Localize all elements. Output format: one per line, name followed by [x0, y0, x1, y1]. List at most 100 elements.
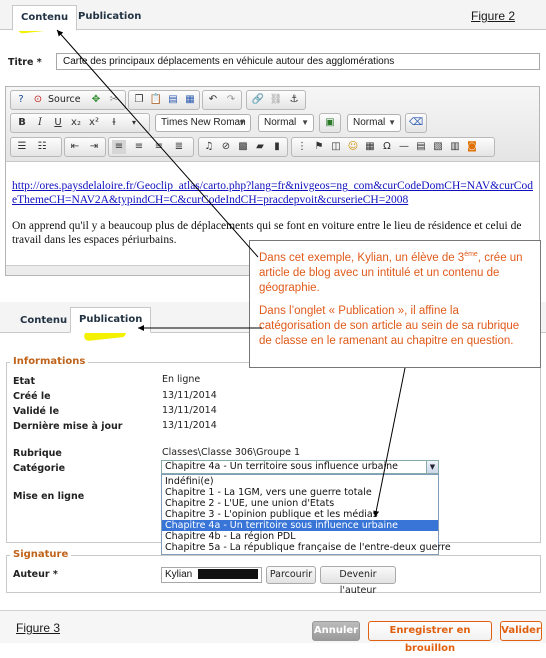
tab-contenu-bottom[interactable]: Contenu — [12, 309, 75, 335]
font-size-select[interactable]: Normal ▼ — [258, 114, 314, 132]
title-label: Titre * — [8, 57, 42, 68]
anchor-icon[interactable]: ⚓ — [287, 93, 301, 107]
source-icon[interactable]: ⊙ — [31, 93, 45, 107]
subscript-icon[interactable]: x₂ — [69, 116, 83, 130]
auteur-label: Auteur * — [13, 569, 58, 580]
undo-icon[interactable]: ↶ — [206, 93, 220, 107]
align-right-icon[interactable]: ≡ — [152, 140, 166, 154]
unlink-icon[interactable]: ⛓ — [269, 93, 283, 107]
special-char-icon[interactable]: Ω — [380, 140, 394, 154]
toolbar-group-media: ♫ ⊘ ▩ ▰ ▮ — [198, 137, 288, 157]
align-center-icon[interactable]: ≡ — [132, 140, 146, 154]
categorie-select[interactable]: Chapitre 4a - Un territoire sous influen… — [161, 460, 439, 474]
chevron-down-icon: ▼ — [238, 118, 246, 127]
indent-icon[interactable]: ⇥ — [87, 140, 101, 154]
toolbar-group-align: ≡ ≡ ≡ ≣ — [108, 137, 194, 157]
paste-text-icon[interactable]: ▤ — [166, 93, 180, 107]
category-option[interactable]: Chapitre 1 - La 1GM, vers une guerre tot… — [162, 487, 438, 498]
tab-contenu[interactable]: Contenu — [12, 5, 78, 31]
outdent-icon[interactable]: ⇤ — [68, 140, 82, 154]
callout-paragraph-1: Dans cet exemple, Kylian, un élève de 3è… — [259, 251, 523, 294]
underline-icon[interactable]: U — [51, 116, 65, 130]
etat-value: En ligne — [162, 374, 201, 385]
parcourir-button[interactable]: Parcourir — [266, 566, 316, 584]
rubrique-label: Rubrique — [13, 448, 62, 459]
italic-icon[interactable]: I — [33, 116, 47, 130]
hline-icon[interactable]: — — [397, 140, 411, 154]
bulleted-list-icon[interactable]: ☷ — [35, 140, 49, 154]
document-icon[interactable]: ▥ — [448, 140, 462, 154]
signature-legend: Signature — [10, 549, 72, 560]
align-justify-icon[interactable]: ≣ — [172, 140, 186, 154]
tab-publication[interactable]: Publication — [70, 5, 149, 31]
gallery-icon[interactable]: ▧ — [431, 140, 445, 154]
auteur-input[interactable]: Kylian — [161, 567, 262, 583]
source-button[interactable]: Source — [48, 94, 81, 105]
editor-content[interactable]: http://ores.paysdelaloire.fr/Geoclip_atl… — [12, 179, 537, 247]
paste-icon[interactable]: 📋 — [149, 93, 163, 107]
category-option[interactable]: Chapitre 3 - L'opinion publique et les m… — [162, 509, 438, 520]
redo-icon[interactable]: ↷ — [224, 93, 238, 107]
cree-value: 13/11/2014 — [162, 390, 217, 401]
align-left-icon[interactable]: ≡ — [112, 140, 126, 154]
page-break-icon[interactable]: ⋮ — [295, 140, 309, 154]
category-option[interactable]: Indéfini(e) — [162, 476, 438, 487]
toolbar-group-insert: ⋮ ⚑ ◫ ☺ ▦ Ω — ▤ ▧ ▥ ◙ — [291, 137, 495, 157]
title-input[interactable]: Carte des principaux déplacements en véh… — [56, 53, 540, 70]
chevron-down-icon[interactable]: ▼ — [426, 461, 438, 473]
help-icon[interactable]: ? — [14, 93, 28, 107]
valider-button[interactable]: Valider — [500, 621, 542, 641]
iframe-icon[interactable]: ◫ — [329, 140, 343, 154]
maj-label: Dernière mise à jour — [13, 421, 123, 432]
rss-icon[interactable]: ◙ — [465, 140, 479, 154]
category-option[interactable]: Chapitre 2 - L'UE, une union d'Etats — [162, 498, 438, 509]
bold-icon[interactable]: B — [15, 116, 29, 130]
link-icon[interactable]: 🔗 — [251, 93, 265, 107]
copy-icon[interactable]: ❐ — [132, 93, 146, 107]
toolbar-group-eraser: ⌫ — [405, 113, 427, 133]
remove-format-icon[interactable]: Ɨ — [107, 116, 121, 130]
template-icon[interactable]: ▤ — [414, 140, 428, 154]
toolbar-group-clipboard: ❐ 📋 ▤ ▦ — [128, 90, 200, 110]
tab-publication-bottom[interactable]: Publication — [70, 307, 152, 333]
valide-value: 13/11/2014 — [162, 405, 217, 416]
chevron-down-icon: ▼ — [388, 118, 396, 127]
categorie-label: Catégorie — [13, 463, 66, 474]
dropdown-arrow-icon[interactable]: ▾ — [127, 116, 141, 130]
etat-label: Etat — [13, 376, 35, 387]
editor-toolbar: ? ⊙ Source ✥ ✂ ❐ 📋 ▤ ▦ ↶ ↷ 🔗 ⛓ ⚓ B I U x… — [6, 87, 539, 162]
paste-word-icon[interactable]: ▦ — [183, 93, 197, 107]
table-icon[interactable]: ▣ — [323, 116, 337, 130]
smiley-icon[interactable]: ☺ — [346, 140, 360, 154]
content-link[interactable]: http://ores.paysdelaloire.fr/Geoclip_atl… — [12, 179, 537, 207]
category-option-selected[interactable]: Chapitre 4a - Un territoire sous influen… — [162, 520, 438, 531]
image-icon[interactable]: ▩ — [236, 140, 250, 154]
mise-en-ligne-label: Mise en ligne — [13, 491, 85, 502]
table-insert-icon[interactable]: ▦ — [363, 140, 377, 154]
video-icon[interactable]: ▰ — [253, 140, 267, 154]
media-icon[interactable]: ▮ — [270, 140, 284, 154]
informations-legend: Informations — [10, 356, 89, 367]
eraser-icon[interactable]: ⌫ — [409, 116, 423, 130]
categorie-dropdown-list[interactable]: Indéfini(e) Chapitre 1 - La 1GM, vers un… — [161, 474, 451, 555]
cut-icon[interactable]: ✂ — [107, 93, 121, 107]
superscript-icon[interactable]: x² — [87, 116, 101, 130]
annuler-button[interactable]: Annuler — [312, 621, 360, 641]
flag-icon[interactable]: ⚑ — [312, 140, 326, 154]
category-option[interactable]: Chapitre 4b - La région PDL — [162, 531, 438, 542]
numbered-list-icon[interactable]: ☰ — [15, 140, 29, 154]
toolbar-group-links: 🔗 ⛓ ⚓ — [246, 90, 306, 110]
font-name-select[interactable]: Times New Roman ▼ — [155, 114, 251, 132]
maximize-icon[interactable]: ✥ — [89, 93, 103, 107]
rubrique-value: Classes\Classe 306\Groupe 1 — [162, 447, 301, 458]
flash-icon[interactable]: ⊘ — [219, 140, 233, 154]
devenir-auteur-button[interactable]: Devenir l'auteur — [320, 566, 396, 596]
format-select[interactable]: Normal ▼ — [347, 114, 401, 132]
category-option[interactable]: Chapitre 5a - La république française de… — [162, 542, 451, 553]
cree-label: Créé le — [13, 391, 51, 402]
toolbar-group-indent: ⇤ ⇥ — [64, 137, 106, 157]
explanation-callout: Dans cet exemple, Kylian, un élève de 3è… — [249, 240, 541, 368]
enregistrer-brouillon-button[interactable]: Enregistrer en brouillon — [368, 621, 492, 654]
music-icon[interactable]: ♫ — [202, 140, 216, 154]
callout-paragraph-2: Dans l’onglet « Publication », il affine… — [259, 304, 520, 347]
